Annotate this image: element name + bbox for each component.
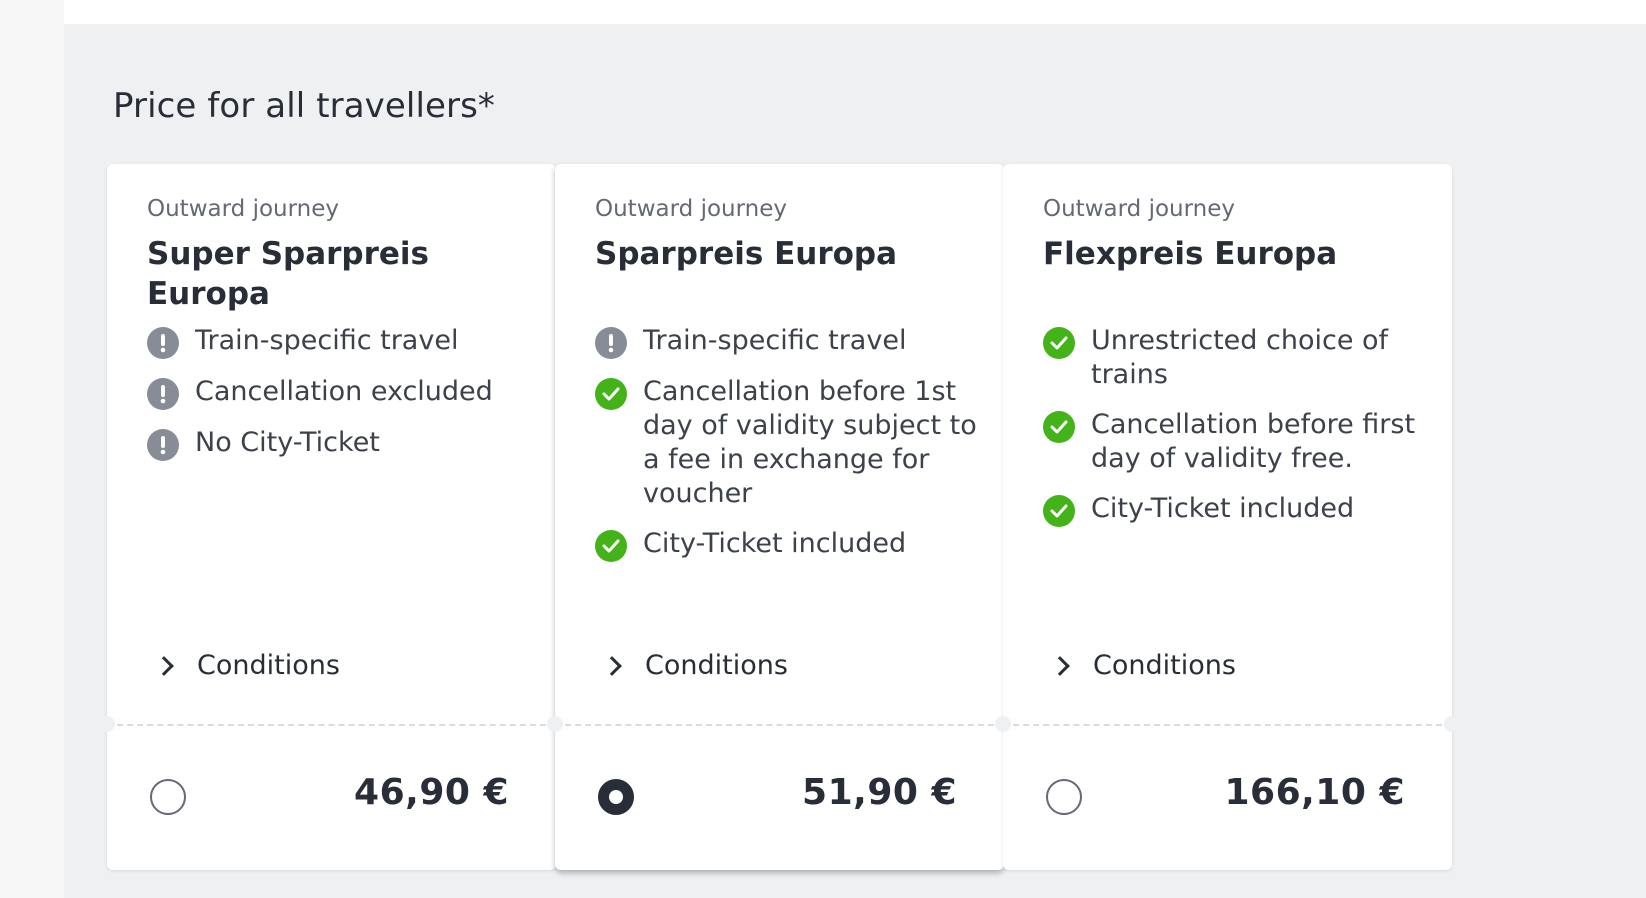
offer-title: Super Sparpreis Europa [147,236,429,312]
ticket-notch [1444,716,1460,732]
journey-label: Outward journey [595,196,787,222]
offer-title: Sparpreis Europa [595,236,898,272]
dashed-divider [1003,724,1452,726]
exclamation-icon [147,327,179,359]
offer-price: 46,90 € [354,772,509,813]
conditions-toggle[interactable]: Conditions [602,650,788,681]
offer-radio[interactable] [1046,779,1082,815]
exclamation-icon [147,378,179,410]
conditions-label: Conditions [645,650,788,681]
left-sidebar-strip [0,0,64,898]
feature-item: Cancellation before first day of validit… [1043,408,1433,476]
feature-list: Train-specific travel Cancellation befor… [595,324,985,578]
check-icon [1043,495,1075,527]
ticket-notch [547,716,563,732]
check-icon [1043,411,1075,443]
exclamation-icon [147,429,179,461]
top-header-band [64,0,1646,24]
journey-label: Outward journey [147,196,339,222]
feature-item: Train-specific travel [595,324,985,359]
chevron-right-icon [1050,655,1070,676]
check-icon [1043,327,1075,359]
check-icon [595,530,627,562]
offer-card-flexpreis[interactable]: Outward journey Flexpreis Europa Unrestr… [995,164,1460,870]
offer-card-super-sparpreis[interactable]: Outward journey Super Sparpreis Europa T… [99,164,564,870]
feature-text: Train-specific travel [195,325,459,356]
conditions-label: Conditions [197,650,340,681]
chevron-right-icon [602,655,622,676]
offer-price: 166,10 € [1224,772,1405,813]
feature-item: No City-Ticket [147,426,537,461]
conditions-toggle[interactable]: Conditions [154,650,340,681]
feature-text: Cancellation before 1st day of validity … [643,376,977,509]
feature-item: Cancellation before 1st day of validity … [595,375,985,511]
journey-label: Outward journey [1043,196,1235,222]
offer-price: 51,90 € [802,772,957,813]
offer-radio[interactable] [598,779,634,815]
feature-item: City-Ticket included [595,527,985,562]
feature-text: Train-specific travel [643,325,907,356]
ticket-notch [995,716,1011,732]
exclamation-icon [595,327,627,359]
feature-text: City-Ticket included [1091,493,1355,524]
offer-card-sparpreis[interactable]: Outward journey Sparpreis Europa Train-s… [547,164,1012,870]
offer-title: Flexpreis Europa [1043,236,1338,272]
feature-text: Unrestricted choice of trains [1091,325,1389,390]
dashed-divider [555,724,1004,726]
offer-radio[interactable] [150,779,186,815]
feature-item: City-Ticket included [1043,492,1433,527]
feature-text: Cancellation excluded [195,376,493,407]
feature-text: No City-Ticket [195,427,380,458]
conditions-toggle[interactable]: Conditions [1050,650,1236,681]
feature-text: City-Ticket included [643,528,907,559]
section-title: Price for all travellers* [113,86,496,126]
feature-item: Unrestricted choice of trains [1043,324,1433,392]
conditions-label: Conditions [1093,650,1236,681]
ticket-notch [99,716,115,732]
chevron-right-icon [154,655,174,676]
feature-item: Train-specific travel [147,324,537,359]
feature-list: Train-specific travel Cancellation exclu… [147,324,537,477]
dashed-divider [107,724,556,726]
check-icon [595,378,627,410]
feature-item: Cancellation excluded [147,375,537,410]
feature-text: Cancellation before first day of validit… [1091,409,1416,474]
feature-list: Unrestricted choice of trains Cancellati… [1043,324,1433,543]
